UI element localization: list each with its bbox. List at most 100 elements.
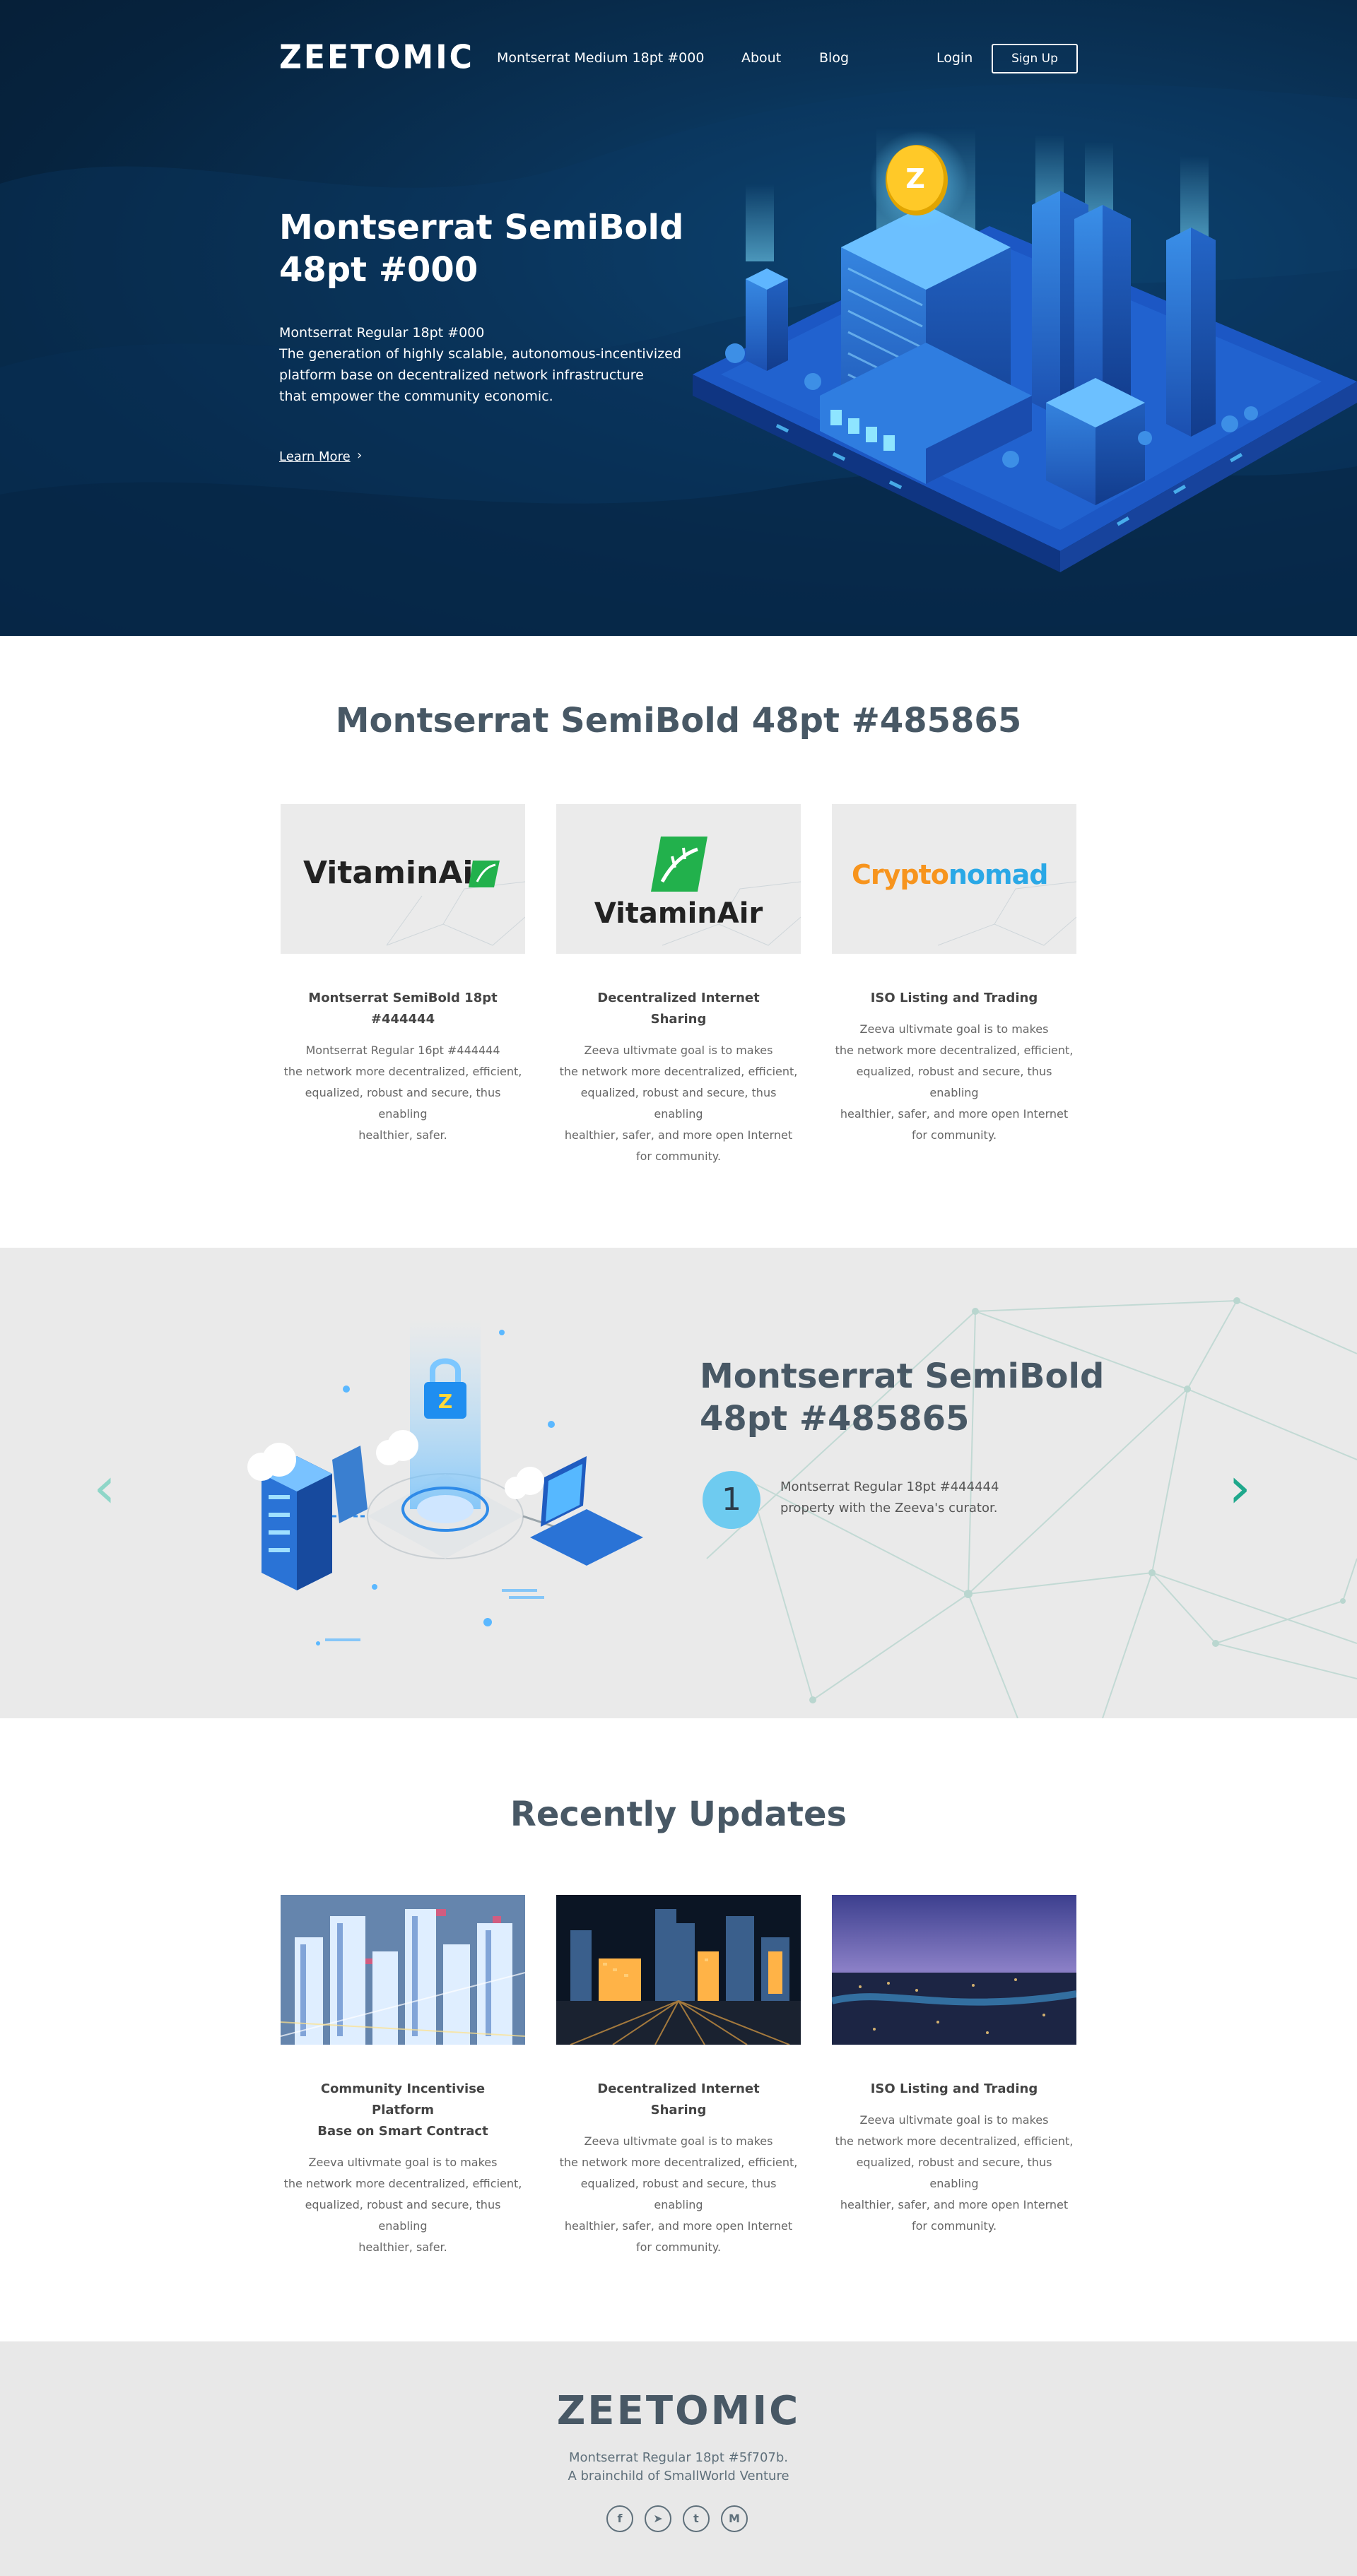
card-title-line: Community Incentivise Platform	[320, 2081, 486, 2117]
carousel-next-arrow[interactable]: ›	[1228, 1460, 1251, 1516]
learn-more-link[interactable]: Learn More	[279, 449, 351, 464]
city-dusk-photo-3	[832, 1895, 1076, 2045]
card-text-line: the network more decentralized, efficien…	[835, 1044, 1074, 1057]
partner-logo-box: Cryptonomad	[832, 804, 1076, 954]
update-card-title[interactable]: Community Incentivise Platform Base on S…	[279, 2079, 527, 2142]
partner-card-text: Zeeva ultivmate goal is to makes the net…	[555, 1040, 802, 1167]
partner-card: Cryptonomad ISO Listing and Trading Zeev…	[830, 804, 1078, 1146]
card-title-line: Montserrat SemiBold 18pt	[308, 991, 498, 1005]
card-text-line: for community.	[911, 2219, 997, 2233]
card-title-line: Base on Smart Contract	[317, 2124, 488, 2139]
medium-icon[interactable]: M	[721, 2505, 748, 2532]
signup-button[interactable]: Sign Up	[992, 44, 1078, 73]
card-text-line: the network more decentralized, efficien…	[559, 2156, 798, 2169]
update-card-text: Zeeva ultivmate goal is to makes the net…	[830, 2110, 1078, 2237]
telegram-icon[interactable]: ➤	[645, 2505, 671, 2532]
twitter-icon[interactable]: t	[683, 2505, 710, 2532]
top-nav: ZEETOMIC Montserrat Medium 18pt #000 Abo…	[279, 40, 1078, 76]
hero-section: ZEETOMIC Montserrat Medium 18pt #000 Abo…	[0, 0, 1357, 636]
partner-card-title: ISO Listing and Trading	[830, 988, 1078, 1009]
footer-text-line: Montserrat Regular 18pt #5f707b.	[569, 2450, 788, 2465]
card-text-line: healthier, safer, and more open Internet	[840, 1107, 1069, 1121]
updates-section: Recently Updates Community Incentivise P…	[0, 1718, 1357, 2341]
card-text-line: Zeeva ultivmate goal is to makes	[859, 2113, 1049, 2127]
card-text-line: equalized, robust and secure, thus enabl…	[580, 2177, 777, 2211]
feature-title-line: 48pt #485865	[700, 1399, 970, 1438]
card-text-line: healthier, safer, and more open Internet	[564, 2219, 793, 2233]
hero-subtitle-line: platform base on decentralized network i…	[279, 367, 644, 383]
card-text-line: healthier, safer.	[358, 1128, 447, 1142]
update-photo[interactable]	[281, 1895, 525, 2045]
partner-logo-box: VitaminAir	[281, 804, 525, 954]
footer-logo[interactable]: ZEETOMIC	[0, 2388, 1357, 2434]
lock-z-icon: Z	[438, 1390, 452, 1413]
feature-title-line: Montserrat SemiBold	[700, 1357, 1105, 1396]
hero-subtitle-line: The generation of highly scalable, auton…	[279, 346, 681, 362]
vitaminair-logo-text: VitaminAir	[594, 897, 763, 930]
partner-card: VitaminAir Decentralized Internet Sharin…	[555, 804, 802, 1167]
card-text-line: healthier, safer, and more open Internet	[840, 2198, 1069, 2211]
card-text-line: for community.	[911, 1128, 997, 1142]
card-text-line: equalized, robust and secure, thus enabl…	[856, 1065, 1052, 1099]
partner-logo-box: VitaminAir	[556, 804, 801, 954]
hero-subtitle: Montserrat Regular 18pt #000 The generat…	[279, 322, 689, 407]
hero-title: Montserrat SemiBold 48pt #000	[279, 206, 717, 291]
feature-title: Montserrat SemiBold 48pt #485865	[700, 1355, 1124, 1440]
nav-link-primary[interactable]: Montserrat Medium 18pt #000	[497, 49, 704, 66]
feature-section: ‹ › Z Montserrat SemiBold 48pt #485865 1…	[0, 1248, 1357, 1718]
carousel-prev-arrow[interactable]: ‹	[93, 1460, 116, 1516]
login-link[interactable]: Login	[936, 49, 973, 66]
hero-subtitle-line: Montserrat Regular 18pt #000	[279, 325, 485, 341]
isometric-city-illustration: Z	[693, 127, 1357, 572]
card-text-line: equalized, robust and secure, thus enabl…	[580, 1086, 777, 1121]
update-card[interactable]: Community Incentivise Platform Base on S…	[279, 1895, 527, 2258]
card-text-line: Zeeva ultivmate goal is to makes	[859, 1022, 1049, 1036]
step-text-line: property with the Zeeva's curator.	[780, 1501, 998, 1516]
card-text-line: Zeeva ultivmate goal is to makes	[584, 2134, 773, 2148]
card-title-line: ISO Listing and Trading	[870, 991, 1038, 1005]
hero-title-line: Montserrat SemiBold	[279, 208, 684, 247]
update-photo[interactable]	[556, 1895, 801, 2045]
update-photo[interactable]	[832, 1895, 1076, 2045]
card-text-line: the network more decentralized, efficien…	[283, 1065, 522, 1078]
card-text-line: equalized, robust and secure, thus enabl…	[305, 2198, 501, 2233]
card-text-line: Montserrat Regular 16pt #444444	[305, 1044, 500, 1057]
partner-card: VitaminAir Montserrat SemiBold 18pt #444…	[279, 804, 527, 1146]
update-card[interactable]: ISO Listing and Trading Zeeva ultivmate …	[830, 1895, 1078, 2237]
coin-z-icon: Z	[905, 163, 925, 194]
facebook-icon[interactable]: f	[606, 2505, 633, 2532]
leaf-logo-icon	[469, 861, 500, 887]
nav-link-blog[interactable]: Blog	[819, 49, 849, 66]
update-card[interactable]: Decentralized Internet Sharing Zeeva ult…	[555, 1895, 802, 2258]
step-number-badge: 1	[703, 1471, 760, 1529]
card-text-line: the network more decentralized, efficien…	[559, 1065, 798, 1078]
cryptonomad-logo-part: Crypto	[852, 859, 949, 890]
chevron-right-icon: ›	[357, 448, 363, 463]
network-mesh-background	[706, 1297, 1357, 1718]
footer-text: Montserrat Regular 18pt #5f707b. A brain…	[0, 2449, 1357, 2486]
partner-card-title: Montserrat SemiBold 18pt #444444	[279, 988, 527, 1030]
partner-card-text: Montserrat Regular 16pt #444444 the netw…	[279, 1040, 527, 1146]
zeetomic-logo[interactable]: ZEETOMIC	[279, 40, 474, 76]
step-text-line: Montserrat Regular 18pt #444444	[780, 1479, 999, 1494]
nav-link-about[interactable]: About	[741, 49, 781, 66]
security-network-illustration: Z	[247, 1318, 643, 1646]
card-text-line: equalized, robust and secure, thus enabl…	[856, 2156, 1052, 2190]
card-title-line: ISO Listing and Trading	[870, 2081, 1038, 2096]
card-text-line: the network more decentralized, efficien…	[835, 2134, 1074, 2148]
partners-title: Montserrat SemiBold 48pt #485865	[335, 701, 1022, 740]
city-night-photo-1	[281, 1895, 525, 2045]
updates-title: Recently Updates	[510, 1795, 847, 1834]
update-card-title[interactable]: ISO Listing and Trading	[830, 2079, 1078, 2100]
update-card-title[interactable]: Decentralized Internet Sharing	[555, 2079, 802, 2121]
hero-title-line: 48pt #000	[279, 250, 478, 290]
leaf-logo-icon	[651, 837, 707, 892]
social-links: f ➤ t M	[606, 2505, 755, 2535]
hero-subtitle-line: that empower the community economic.	[279, 389, 553, 404]
card-text-line: Zeeva ultivmate goal is to makes	[584, 1044, 773, 1057]
card-title-line: Decentralized Internet Sharing	[597, 2081, 760, 2117]
card-text-line: for community.	[635, 1150, 722, 1163]
card-title-line: #444444	[370, 1012, 435, 1027]
footer: ZEETOMIC Montserrat Regular 18pt #5f707b…	[0, 2341, 1357, 2576]
vitaminair-logo-text: VitaminAir	[303, 855, 489, 891]
